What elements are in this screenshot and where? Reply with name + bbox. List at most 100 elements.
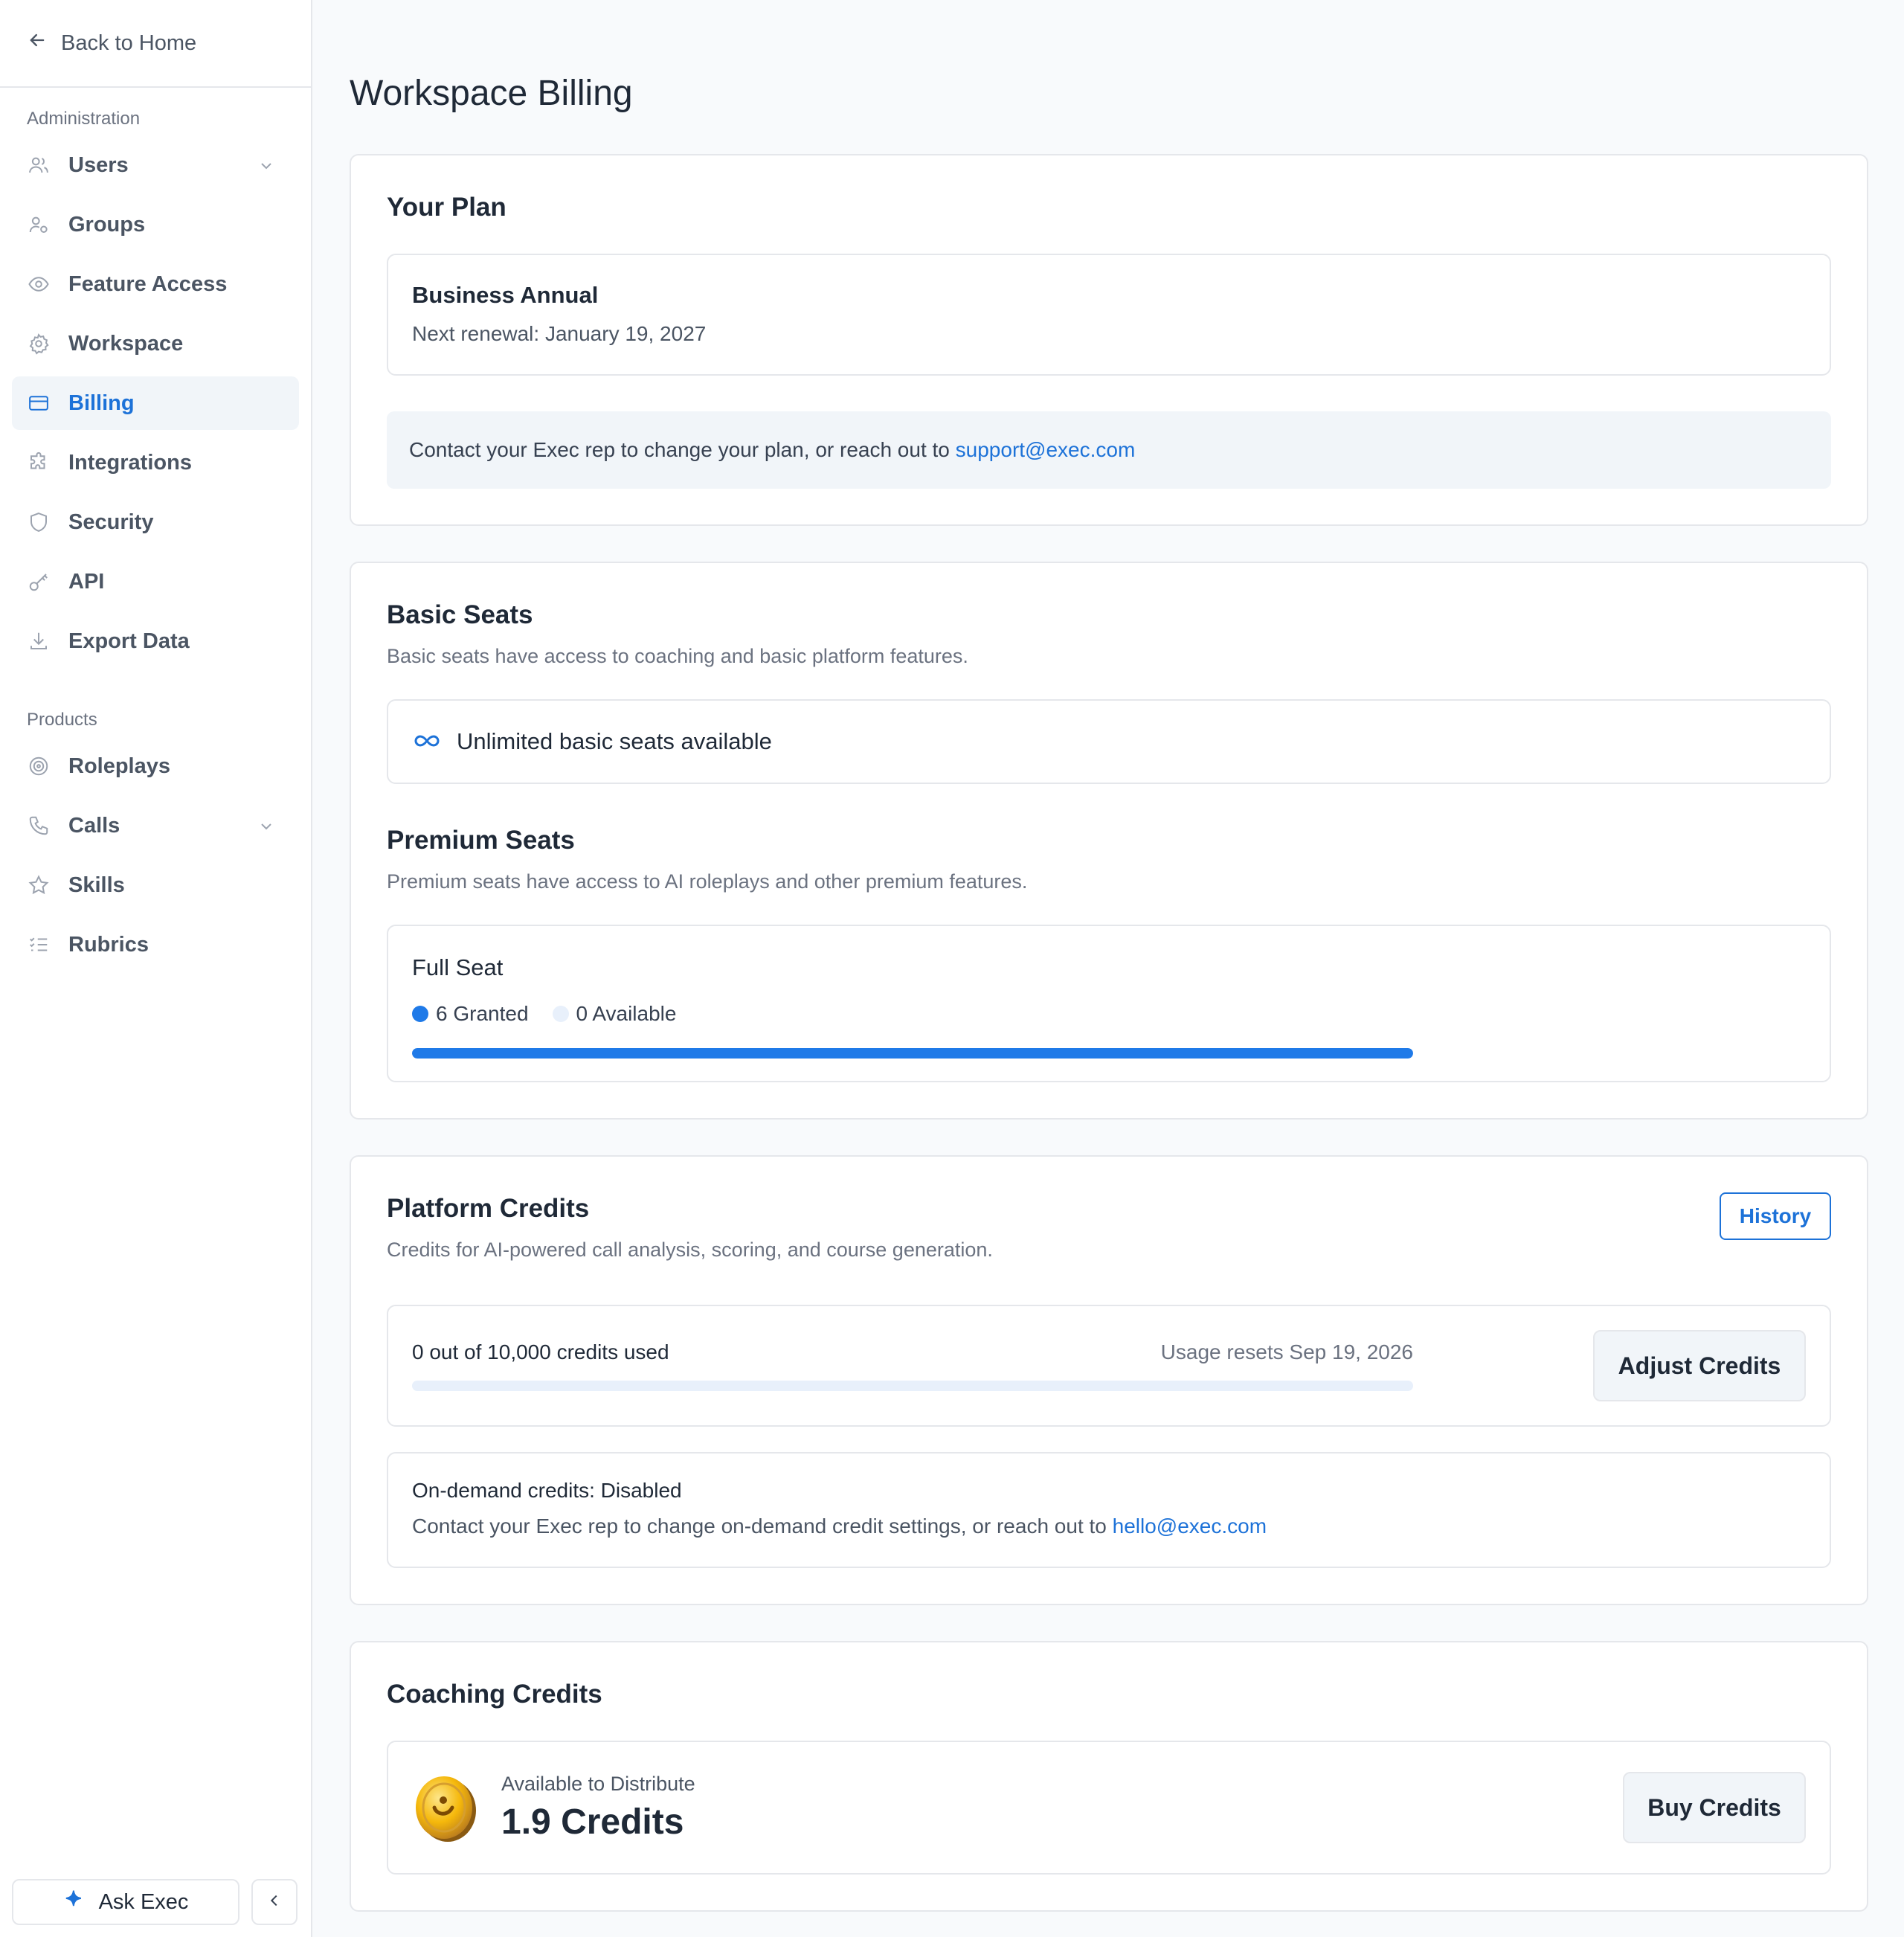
plan-renewal-date: Next renewal: January 19, 2027: [412, 322, 707, 345]
plan-card-title: Your Plan: [387, 193, 506, 222]
premium-seats-description: Premium seats have access to AI roleplay…: [387, 870, 1028, 893]
platform-credits-description: Credits for AI-powered call analysis, sc…: [387, 1239, 993, 1261]
sidebar-item-skills[interactable]: Skills: [12, 858, 299, 912]
chevron-down-icon[interactable]: [257, 156, 275, 174]
gear-icon: [27, 332, 51, 356]
sidebar-item-label: Skills: [68, 873, 125, 897]
seat-legend: 6 Granted 0 Available: [412, 1002, 1806, 1026]
basic-seats-box: Unlimited basic seats available: [387, 699, 1831, 784]
on-demand-notice: Contact your Exec rep to change on-deman…: [412, 1514, 1806, 1538]
full-seat-title: Full Seat: [412, 954, 504, 980]
sidebar-item-security[interactable]: Security: [12, 495, 299, 549]
sidebar-item-calls[interactable]: Calls: [12, 799, 299, 852]
granted-label: 6 Granted: [436, 1002, 529, 1025]
coaching-credits-info: Available to Distribute 1.9 Credits: [501, 1773, 695, 1843]
sidebar-item-roleplays[interactable]: Roleplays: [12, 739, 299, 793]
groups-icon: [27, 213, 51, 237]
plan-notice-text: Contact your Exec rep to change your pla…: [409, 438, 950, 461]
sidebar-item-label: Workspace: [68, 331, 184, 356]
sidebar-item-users[interactable]: Users: [12, 138, 299, 192]
granted-dot: [412, 1006, 428, 1022]
puzzle-icon: [27, 451, 51, 475]
administration-section-title: Administration: [27, 109, 141, 129]
chevron-left-icon: [266, 1892, 283, 1912]
infinity-icon: [412, 728, 442, 755]
sidebar-item-label: Export Data: [68, 629, 190, 653]
sidebar-item-label: Security: [68, 510, 154, 534]
credits-usage: 0 out of 10,000 credits used Usage reset…: [412, 1340, 1413, 1391]
ask-exec-button[interactable]: Ask Exec: [12, 1879, 239, 1925]
credit-card-icon: [27, 391, 51, 415]
available-legend: 0 Available: [552, 1002, 677, 1026]
sidebar-item-label: Integrations: [68, 450, 192, 475]
coin-icon: [412, 1772, 479, 1843]
seat-progress-fill: [412, 1048, 1413, 1059]
plan-change-notice: Contact your Exec rep to change your pla…: [387, 411, 1831, 489]
checklist-icon: [27, 933, 51, 957]
phone-icon: [27, 814, 51, 838]
arrow-left-icon: [27, 30, 48, 57]
sidebar-footer: Ask Exec: [12, 1879, 299, 1925]
seat-progress-bar: [412, 1048, 1413, 1059]
hello-email-link[interactable]: hello@exec.com: [1113, 1514, 1267, 1538]
sidebar-item-label: API: [68, 569, 105, 594]
shield-icon: [27, 510, 51, 534]
download-icon: [27, 629, 51, 653]
coaching-credits-value: 1.9 Credits: [501, 1802, 684, 1842]
users-icon: [27, 153, 51, 177]
plan-name: Business Annual: [412, 282, 599, 308]
main-content: Workspace Billing Your Plan Business Ann…: [312, 0, 1904, 1937]
key-icon: [27, 570, 51, 594]
coaching-credits-box: Available to Distribute 1.9 Credits Buy …: [387, 1741, 1831, 1875]
sidebar-item-feature-access[interactable]: Feature Access: [12, 257, 299, 311]
on-demand-credits-box: On-demand credits: Disabled Contact your…: [387, 1452, 1831, 1568]
eye-icon: [27, 272, 51, 296]
back-to-home-link[interactable]: Back to Home: [0, 0, 311, 88]
back-to-home-label: Back to Home: [61, 30, 197, 55]
sidebar-item-api[interactable]: API: [12, 555, 299, 608]
coaching-credits-title: Coaching Credits: [387, 1680, 602, 1709]
sparkle-icon: [63, 1888, 86, 1916]
sidebar-item-export-data[interactable]: Export Data: [12, 614, 299, 668]
sidebar-item-groups[interactable]: Groups: [12, 198, 299, 251]
history-button[interactable]: History: [1720, 1192, 1831, 1240]
adjust-credits-button[interactable]: Adjust Credits: [1593, 1330, 1806, 1401]
sidebar-item-label: Users: [68, 152, 129, 177]
sidebar: Back to Home Administration Users Groups…: [0, 0, 312, 1937]
star-icon: [27, 873, 51, 897]
on-demand-status: On-demand credits: Disabled: [412, 1479, 682, 1502]
sidebar-item-workspace[interactable]: Workspace: [12, 317, 299, 370]
chevron-down-icon[interactable]: [257, 817, 275, 835]
sidebar-item-label: Groups: [68, 212, 146, 237]
collapse-sidebar-button[interactable]: [251, 1879, 298, 1925]
available-dot: [552, 1006, 569, 1022]
platform-credits-title: Platform Credits: [387, 1194, 590, 1223]
sidebar-item-label: Billing: [68, 391, 135, 415]
target-icon: [27, 754, 51, 778]
credits-usage-row: 0 out of 10,000 credits used Usage reset…: [412, 1340, 1413, 1364]
sidebar-item-billing[interactable]: Billing: [12, 376, 299, 430]
sidebar-item-label: Rubrics: [68, 932, 149, 957]
buy-credits-button[interactable]: Buy Credits: [1623, 1772, 1806, 1843]
granted-legend: 6 Granted: [412, 1002, 529, 1026]
available-to-distribute-label: Available to Distribute: [501, 1773, 695, 1795]
basic-seats-description: Basic seats have access to coaching and …: [387, 645, 968, 667]
products-section-title: Products: [27, 710, 97, 730]
credits-usage-box: 0 out of 10,000 credits used Usage reset…: [387, 1305, 1831, 1427]
credits-progress-bar: [412, 1381, 1413, 1391]
credits-used-text: 0 out of 10,000 credits used: [412, 1340, 669, 1363]
seats-card: Basic Seats Basic seats have access to c…: [350, 562, 1868, 1120]
available-label: 0 Available: [576, 1002, 677, 1025]
on-demand-notice-text: Contact your Exec rep to change on-deman…: [412, 1514, 1113, 1538]
plan-card: Your Plan Business Annual Next renewal: …: [350, 154, 1868, 526]
sidebar-item-rubrics[interactable]: Rubrics: [12, 918, 299, 971]
ask-exec-label: Ask Exec: [98, 1889, 189, 1914]
full-seat-box: Full Seat 6 Granted 0 Available: [387, 925, 1831, 1082]
page-title: Workspace Billing: [350, 74, 633, 113]
support-email-link[interactable]: support@exec.com: [956, 438, 1136, 462]
sidebar-item-integrations[interactable]: Integrations: [12, 436, 299, 489]
sidebar-item-label: Feature Access: [68, 272, 228, 296]
plan-details-box: Business Annual Next renewal: January 19…: [387, 254, 1831, 376]
sidebar-item-label: Roleplays: [68, 754, 170, 778]
unlimited-seats-text: Unlimited basic seats available: [457, 728, 772, 754]
